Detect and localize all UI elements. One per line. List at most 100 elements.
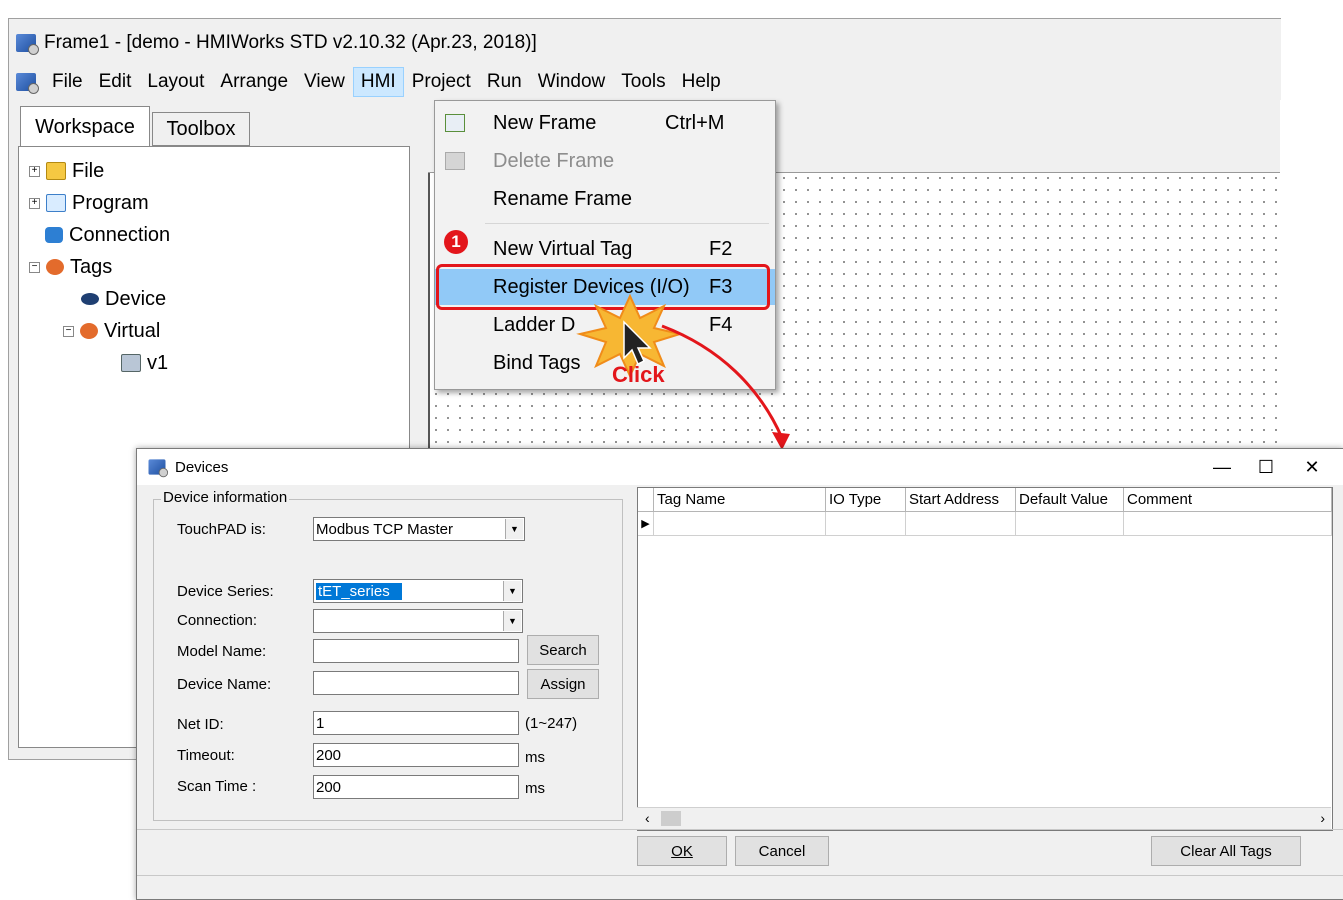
net-id-label: Net ID: <box>177 716 224 733</box>
touchpad-select[interactable]: Modbus TCP Master ▼ <box>313 517 525 541</box>
menu-hmi[interactable]: HMI <box>352 67 404 97</box>
assign-button[interactable]: Assign <box>527 669 599 699</box>
menu-edit[interactable]: Edit <box>91 67 140 97</box>
column-tag-name[interactable]: Tag Name <box>654 488 826 512</box>
dialog-button-bar: OK Cancel Clear All Tags <box>137 829 1343 874</box>
clear-all-tags-button[interactable]: Clear All Tags <box>1151 836 1301 866</box>
virtual-tags-icon <box>80 323 98 339</box>
menu-file[interactable]: File <box>44 67 91 97</box>
dialog-app-icon <box>148 459 169 478</box>
dropdown-arrow-icon[interactable]: ▼ <box>505 519 523 539</box>
maximize-button[interactable]: ☐ <box>1243 449 1289 485</box>
menu-layout[interactable]: Layout <box>139 67 212 97</box>
devices-dialog: Devices — ☐ ✕ Device information TouchPA… <box>136 448 1343 900</box>
grid-cell[interactable] <box>1124 512 1332 536</box>
dropdown-arrow-icon[interactable]: ▼ <box>503 611 521 631</box>
tree-item-file[interactable]: + File <box>29 157 104 185</box>
scan-time-field[interactable]: 200 <box>313 775 519 799</box>
cancel-button[interactable]: Cancel <box>735 836 829 866</box>
tree-item-device[interactable]: Device <box>81 285 166 313</box>
column-comment[interactable]: Comment <box>1124 488 1332 512</box>
tab-workspace[interactable]: Workspace <box>20 106 150 147</box>
scan-time-unit: ms <box>525 780 545 797</box>
menu-item-delete-frame: Delete Frame <box>435 143 775 179</box>
tree-label: v1 <box>147 351 169 374</box>
tree-item-virtual[interactable]: − Virtual <box>63 317 160 345</box>
grid-cell[interactable] <box>1016 512 1124 536</box>
folder-icon <box>46 162 66 180</box>
device-icon <box>81 293 99 305</box>
device-name-label: Device Name: <box>177 676 272 693</box>
menu-separator <box>485 223 769 224</box>
menu-tools[interactable]: Tools <box>613 67 673 97</box>
menu-run[interactable]: Run <box>479 67 530 97</box>
window-title: Frame1 - [demo - HMIWorks STD v2.10.32 (… <box>44 32 537 53</box>
tree-item-v1[interactable]: v1 <box>121 349 168 377</box>
scroll-thumb[interactable] <box>661 811 681 826</box>
tree-label: Connection <box>69 223 171 246</box>
scan-time-label: Scan Time : <box>177 778 257 795</box>
collapse-icon[interactable]: − <box>29 261 40 273</box>
tree-label: Tags <box>70 255 113 278</box>
collapse-icon[interactable]: − <box>63 325 74 337</box>
dialog-title-bar: Devices — ☐ ✕ <box>137 449 1343 485</box>
new-frame-icon <box>445 114 465 132</box>
column-start-address[interactable]: Start Address <box>906 488 1016 512</box>
tree-item-program[interactable]: + Program <box>29 189 149 217</box>
menu-arrange[interactable]: Arrange <box>212 67 296 97</box>
menu-item-rename-frame[interactable]: Rename Frame <box>435 181 775 217</box>
tags-icon <box>46 259 64 275</box>
ok-button[interactable]: OK <box>637 836 727 866</box>
expand-icon[interactable]: + <box>29 197 40 209</box>
column-io-type[interactable]: IO Type <box>826 488 906 512</box>
menu-view[interactable]: View <box>296 67 353 97</box>
menu-window[interactable]: Window <box>530 67 614 97</box>
grid-cell[interactable] <box>654 512 826 536</box>
tag-grid[interactable]: Tag Name IO Type Start Address Default V… <box>637 487 1333 831</box>
minimize-button[interactable]: — <box>1199 449 1245 485</box>
search-button[interactable]: Search <box>527 635 599 665</box>
net-id-range: (1~247) <box>525 715 578 732</box>
menu-item-new-virtual-tag[interactable]: New Virtual Tag F2 <box>435 231 775 267</box>
expand-icon[interactable]: + <box>29 165 40 177</box>
timeout-label: Timeout: <box>177 747 235 764</box>
net-id-field[interactable]: 1 <box>313 711 519 735</box>
connection-icon <box>45 227 63 243</box>
tag-icon <box>121 354 141 372</box>
timeout-field[interactable]: 200 <box>313 743 519 767</box>
device-series-select[interactable]: tET_series ▼ <box>313 579 523 603</box>
connection-select[interactable]: ▼ <box>313 609 523 633</box>
scroll-right-icon[interactable]: › <box>1320 810 1325 826</box>
grid-cell[interactable] <box>906 512 1016 536</box>
column-default-value[interactable]: Default Value <box>1016 488 1124 512</box>
tab-toolbox[interactable]: Toolbox <box>152 112 250 146</box>
dropdown-arrow-icon[interactable]: ▼ <box>503 581 521 601</box>
click-label: Click <box>612 362 665 387</box>
menu-project[interactable]: Project <box>404 67 479 97</box>
tree-item-tags[interactable]: − Tags <box>29 253 112 281</box>
tree-item-connection[interactable]: Connection <box>45 221 170 249</box>
timeout-unit: ms <box>525 749 545 766</box>
dialog-title: Devices <box>175 459 229 476</box>
device-name-field[interactable] <box>313 671 519 695</box>
window-title-bar: Frame1 - [demo - HMIWorks STD v2.10.32 (… <box>16 26 537 60</box>
model-name-label: Model Name: <box>177 643 267 660</box>
group-legend: Device information <box>161 489 290 506</box>
touchpad-label: TouchPAD is: <box>177 521 266 538</box>
grid-corner <box>638 488 654 512</box>
horizontal-scrollbar[interactable]: ‹ › <box>637 807 1331 830</box>
scroll-left-icon[interactable]: ‹ <box>645 810 650 826</box>
close-button[interactable]: ✕ <box>1289 449 1335 485</box>
grid-cell[interactable] <box>826 512 906 536</box>
app-icon <box>16 34 39 55</box>
app-menu-icon[interactable] <box>16 73 39 94</box>
tree-label: Virtual <box>104 319 161 342</box>
menu-bar: File Edit Layout Arrange View HMI Projec… <box>16 66 729 98</box>
device-series-label: Device Series: <box>177 583 274 600</box>
arrow-connector <box>661 324 784 439</box>
dialog-status-bar <box>137 875 1343 900</box>
menu-item-new-frame[interactable]: New Frame Ctrl+M <box>435 105 775 141</box>
menu-help[interactable]: Help <box>674 67 729 97</box>
model-name-field[interactable] <box>313 639 519 663</box>
row-pointer-icon: ▶ <box>638 512 654 536</box>
